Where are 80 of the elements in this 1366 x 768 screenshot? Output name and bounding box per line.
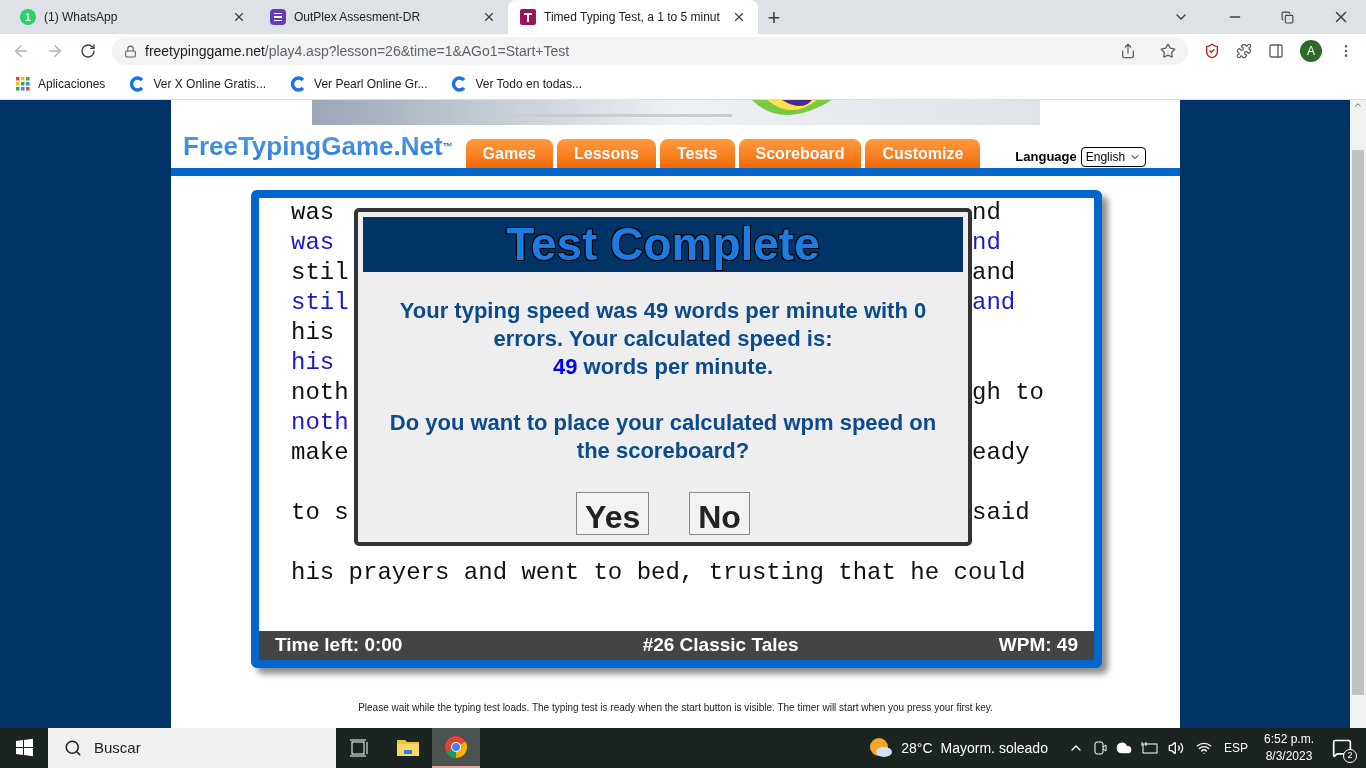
c-logo-icon	[451, 75, 468, 92]
loading-notice: Please wait while the typing test loads. The typing test is ready when the start button is visible. The timer will start when you press your first key.	[358, 701, 993, 715]
passage-text: nd	[972, 228, 1001, 258]
bookmark-link[interactable]: Ver X Online Gratis...	[129, 74, 267, 93]
passage-text: noth	[291, 379, 349, 406]
battery-plug-icon[interactable]	[1139, 740, 1160, 756]
close-icon[interactable]	[732, 10, 746, 24]
chrome-logo-icon	[444, 735, 468, 759]
side-panel-icon[interactable]	[1268, 43, 1284, 59]
calculated-speed: 49 words per minute.	[551, 353, 775, 381]
bookmark-link[interactable]: Ver Todo en todas...	[451, 74, 582, 93]
tab-title: Timed Typing Test, a 1 to 5 minut	[544, 9, 721, 26]
passage-text: was	[291, 229, 335, 256]
profile-avatar[interactable]: A	[1300, 40, 1322, 62]
search-icon	[64, 739, 82, 757]
scoreboard-question: Do you want to place your calculated wpm speed on the scoreboard?	[388, 409, 938, 465]
c-logo-icon	[290, 75, 307, 92]
wifi-icon[interactable]	[1195, 740, 1212, 756]
passage-text: his	[291, 349, 335, 376]
notification-count: 2	[1343, 749, 1357, 763]
t-logo-icon	[520, 9, 536, 25]
browser-tab[interactable]: 1 (1) WhatsApp	[8, 0, 258, 34]
passage-text: gh to	[972, 378, 1044, 408]
notifications-button[interactable]: 2	[1330, 736, 1354, 760]
wpm-reading: WPM: 49	[998, 633, 1078, 658]
reload-icon[interactable]	[80, 43, 96, 59]
browser-tab[interactable]: Timed Typing Test, a 1 to 5 minut	[508, 0, 758, 34]
close-icon[interactable]	[482, 10, 496, 24]
language-label: Language	[1015, 148, 1077, 167]
c-logo-icon	[129, 75, 146, 92]
language-select[interactable]: English	[1080, 147, 1147, 167]
camera-icon[interactable]	[1091, 740, 1108, 756]
passage-text: noth	[291, 409, 349, 436]
weather-text: Mayorm. soleado	[940, 738, 1048, 758]
new-tab-button[interactable]: +	[758, 0, 790, 34]
lesson-title: #26 Classic Tales	[642, 633, 799, 658]
address-field[interactable]: freetypinggame.net/play4.asp?lesson=26&time=1&AGo1=Start+Test	[112, 37, 1188, 65]
passage-text: his prayers and went to bed, trusting that he could	[291, 559, 1026, 586]
passage-text: to s	[291, 499, 349, 526]
clock[interactable]: 6:52 p.m. 8/3/2023	[1263, 731, 1314, 765]
passage-text: stil	[291, 289, 349, 316]
browser-tab[interactable]: OutPlex Assesment-DR	[258, 0, 508, 34]
weather-icon	[869, 737, 894, 759]
passage-text: said	[972, 498, 1030, 528]
temperature: 28°C	[901, 738, 933, 758]
apps-grid-icon	[16, 76, 30, 91]
dialog-button[interactable]: Yes	[576, 492, 650, 535]
extensions-icon[interactable]	[1236, 43, 1252, 59]
cloud-icon[interactable]	[1115, 740, 1132, 756]
lock-icon	[124, 44, 137, 58]
passage-text: and	[972, 258, 1016, 288]
bookmark-link[interactable]: Ver Pearl Online Gr...	[290, 74, 428, 93]
tab-title: OutPlex Assesment-DR	[294, 9, 422, 26]
url-text: freetypinggame.net/play4.asp?lesson=26&time=1&AGo1=Start+Test	[145, 41, 571, 61]
volume-icon[interactable]	[1167, 740, 1184, 756]
passage-text: was	[291, 199, 335, 226]
result-message: Your typing speed was 49 words per minute with 0 errors. Your calculated speed is:	[398, 297, 928, 353]
dialog-button[interactable]: No	[689, 492, 750, 535]
tab-title: (1) WhatsApp	[44, 9, 119, 26]
input-language[interactable]: ESP	[1223, 739, 1248, 757]
passage-text: stil	[291, 259, 349, 286]
star-icon[interactable]	[1160, 43, 1176, 59]
whatsapp-badge-icon: 1	[20, 9, 36, 25]
passage-text: eady	[972, 438, 1030, 468]
dialog-title: Test Complete	[506, 217, 820, 272]
passage-text: and	[972, 288, 1016, 318]
passage-text: make	[291, 439, 349, 466]
chrome-taskbar-button[interactable]	[432, 728, 480, 768]
search-field[interactable]: Buscar	[48, 728, 336, 768]
bookmark-link[interactable]: Aplicaciones	[16, 74, 106, 93]
shield-icon[interactable]	[1204, 43, 1220, 59]
share-icon[interactable]	[1120, 43, 1136, 59]
time-left: Time left: 0:00	[275, 633, 403, 658]
restore-icon[interactable]	[1281, 10, 1294, 24]
scroll-up-icon[interactable]	[1353, 100, 1363, 110]
list-icon	[270, 9, 286, 25]
close-icon[interactable]	[232, 10, 246, 24]
passage-text: nd	[972, 198, 1001, 228]
passage-text: his	[291, 319, 335, 346]
scrollbar[interactable]	[1350, 100, 1366, 728]
